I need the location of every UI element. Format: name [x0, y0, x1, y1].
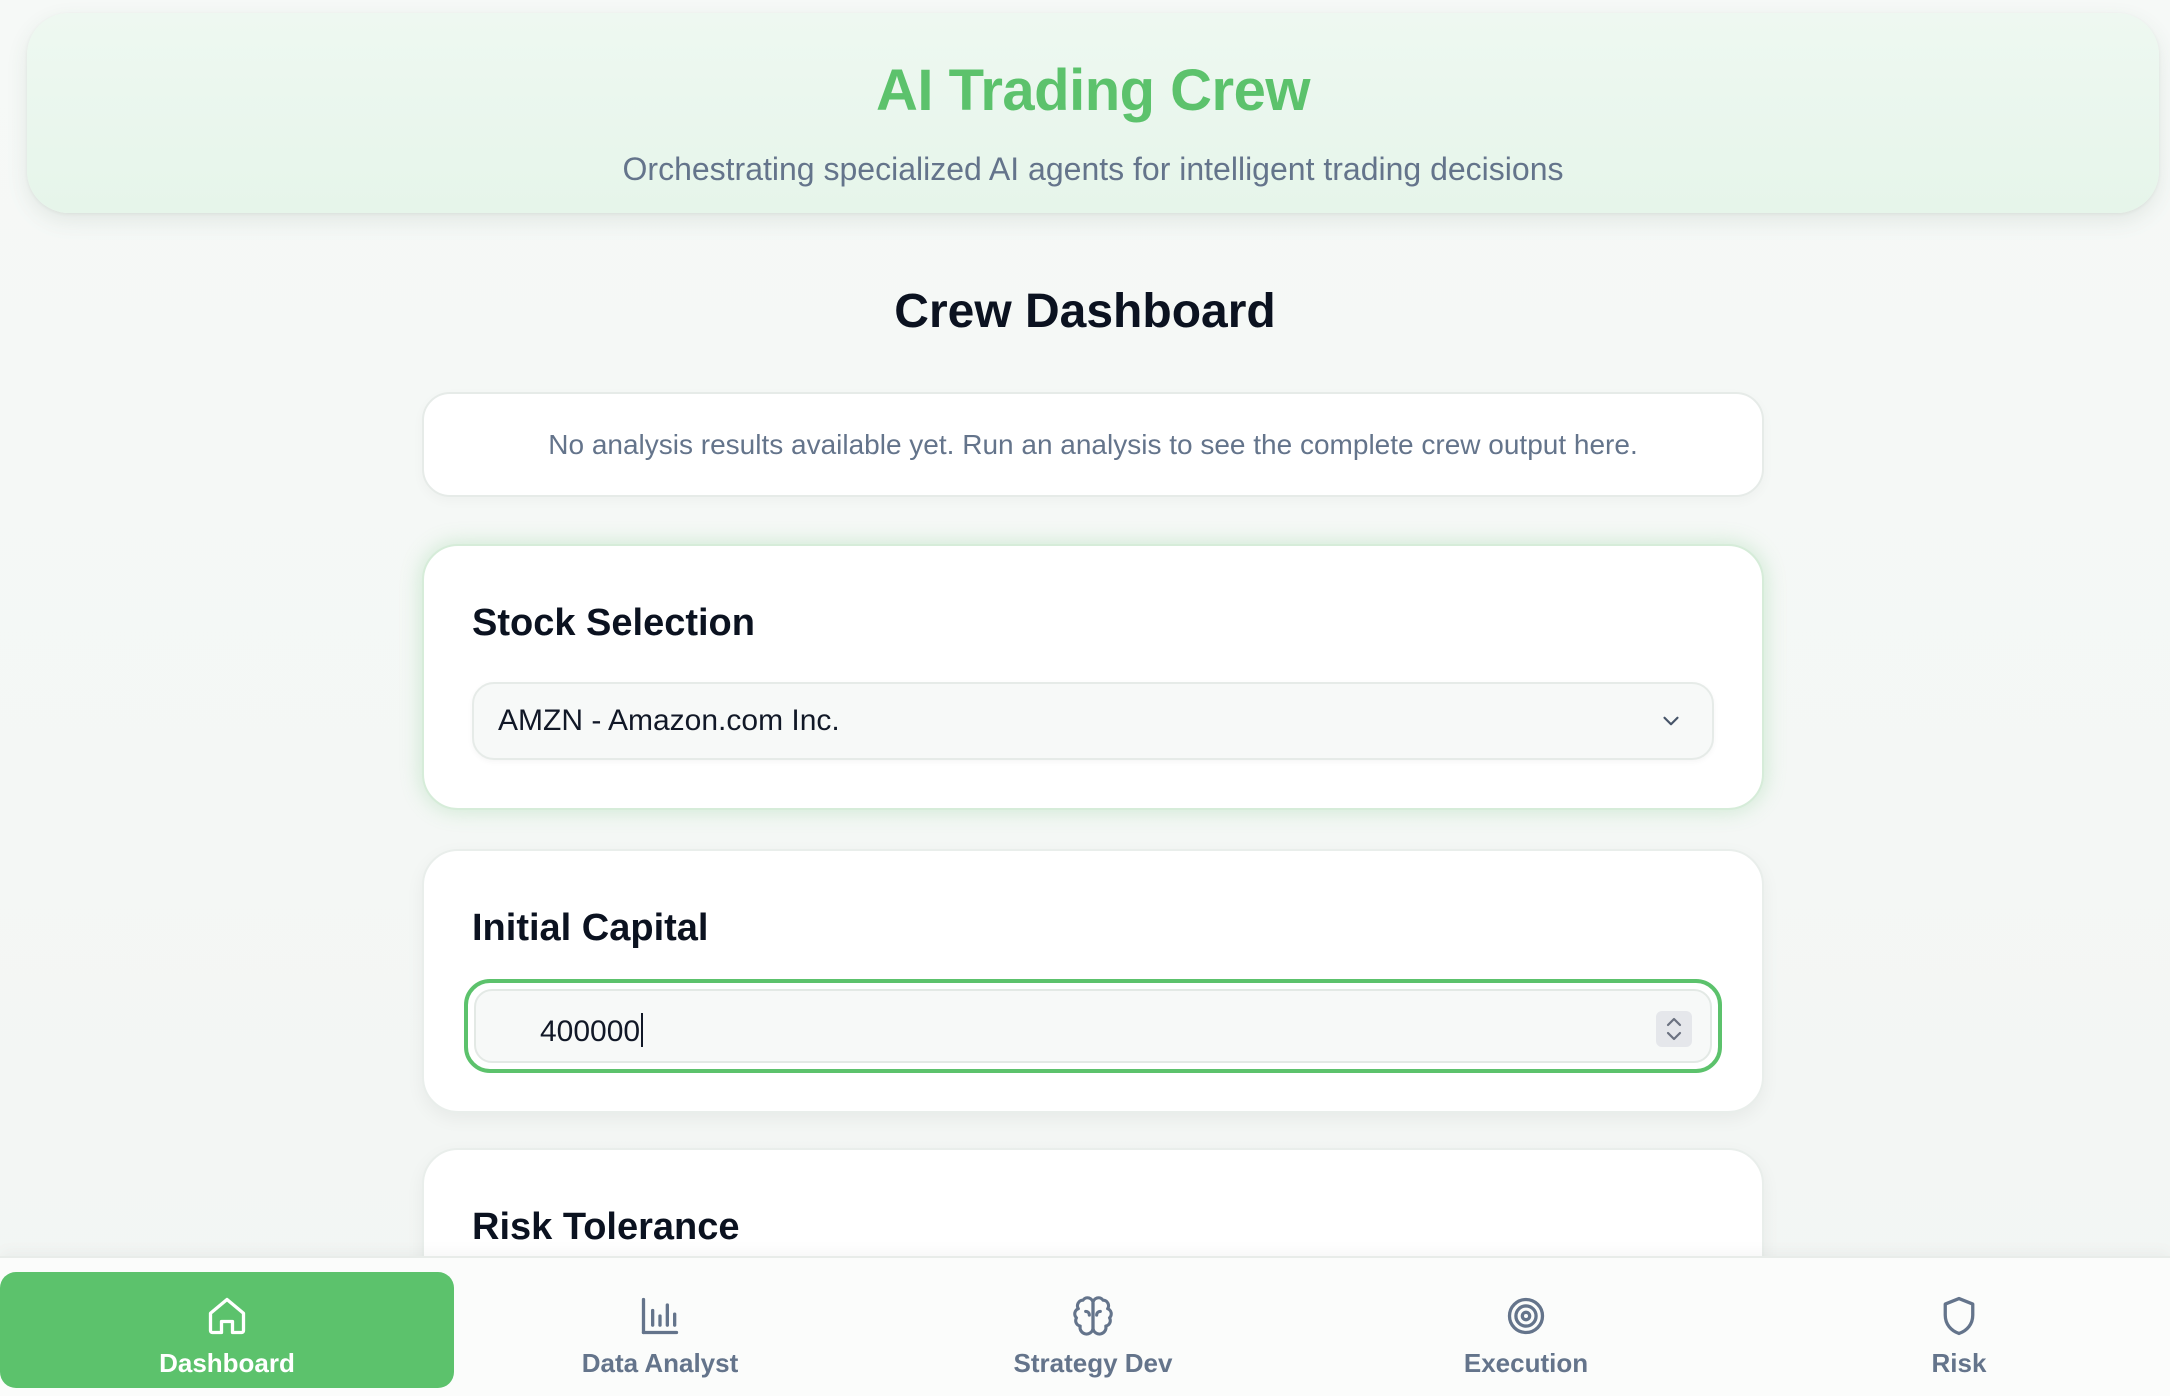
- nav-label-strategy-dev: Strategy Dev: [1013, 1348, 1173, 1378]
- nav-item-dashboard[interactable]: Dashboard: [0, 1272, 454, 1388]
- bar-chart-icon: [641, 1297, 679, 1335]
- brain-icon: [1073, 1296, 1113, 1336]
- bottom-nav: Dashboard Data Analyst Strategy Dev Exec…: [0, 1256, 2170, 1396]
- stock-selection-card: Stock Selection AMZN - Amazon.com Inc.: [422, 544, 1764, 810]
- stock-selection-label: Stock Selection: [472, 602, 755, 644]
- initial-capital-card: Initial Capital 400000: [422, 849, 1764, 1113]
- nav-item-data-analyst[interactable]: Data Analyst: [433, 1272, 887, 1388]
- page-title: Crew Dashboard: [894, 285, 1276, 338]
- nav-label-execution: Execution: [1463, 1348, 1589, 1378]
- nav-item-execution[interactable]: Execution: [1299, 1272, 1753, 1388]
- stock-select[interactable]: AMZN - Amazon.com Inc.: [472, 682, 1714, 760]
- nav-label-dashboard: Dashboard: [159, 1348, 295, 1378]
- chevron-down-icon: [1663, 716, 1679, 726]
- nav-item-strategy-dev[interactable]: Strategy Dev: [866, 1272, 1320, 1388]
- info-card: No analysis results available yet. Run a…: [422, 392, 1764, 497]
- initial-capital-input[interactable]: 400000: [464, 979, 1722, 1073]
- app-root: AI Trading Crew Orchestrating specialize…: [0, 0, 2170, 1396]
- app-subtitle: Orchestrating specialized AI agents for …: [622, 151, 1564, 187]
- text-caret: [641, 1013, 644, 1047]
- target-icon: [1507, 1297, 1545, 1335]
- nav-label-risk: Risk: [1931, 1348, 1987, 1378]
- stock-select-value: AMZN - Amazon.com Inc.: [498, 704, 840, 737]
- app-header: AI Trading Crew Orchestrating specialize…: [27, 13, 2159, 213]
- info-message: No analysis results available yet. Run a…: [548, 428, 1638, 460]
- stepper-arrows-icon: [1666, 1017, 1682, 1041]
- initial-capital-value: 400000: [540, 1015, 641, 1048]
- number-stepper[interactable]: [1656, 1011, 1692, 1047]
- shield-icon: [1943, 1296, 1975, 1336]
- nav-label-data-analyst: Data Analyst: [581, 1348, 739, 1378]
- initial-capital-field: 400000: [474, 989, 1712, 1063]
- app-title: AI Trading Crew: [875, 58, 1311, 123]
- initial-capital-label: Initial Capital: [472, 907, 709, 949]
- risk-tolerance-label: Risk Tolerance: [472, 1206, 740, 1248]
- nav-item-risk[interactable]: Risk: [1732, 1272, 2170, 1388]
- home-icon: [208, 1297, 246, 1335]
